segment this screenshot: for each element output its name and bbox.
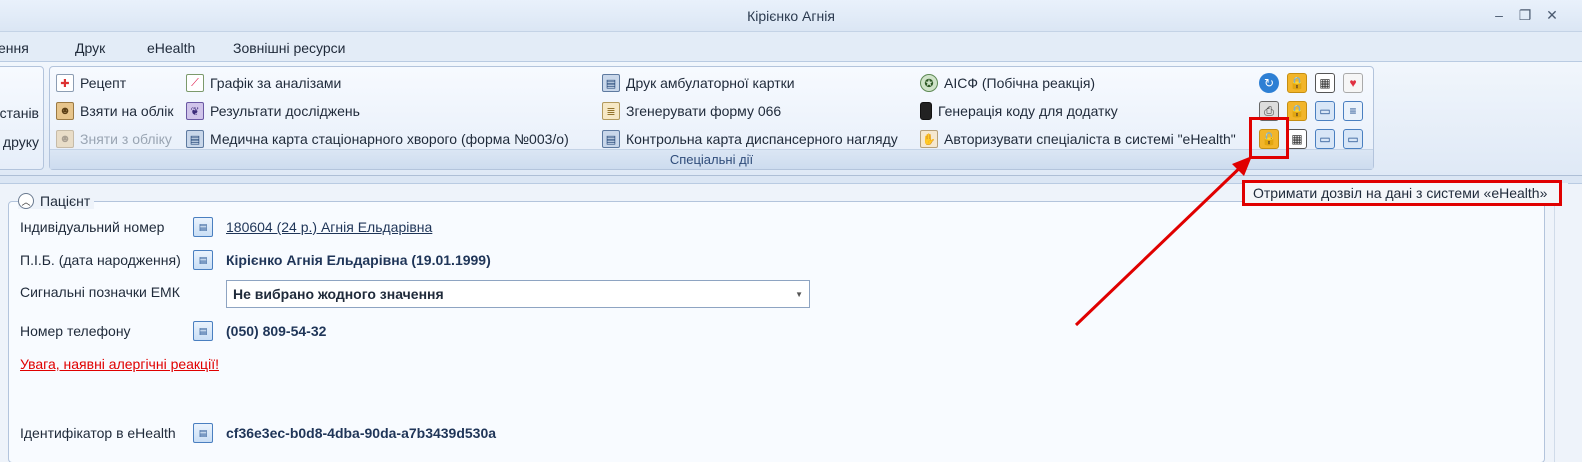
ehealth-permission-tooltip: Отримати дозвіл на дані з системи «eHeal… (1242, 180, 1562, 206)
annotation-arrow (1074, 156, 1252, 327)
